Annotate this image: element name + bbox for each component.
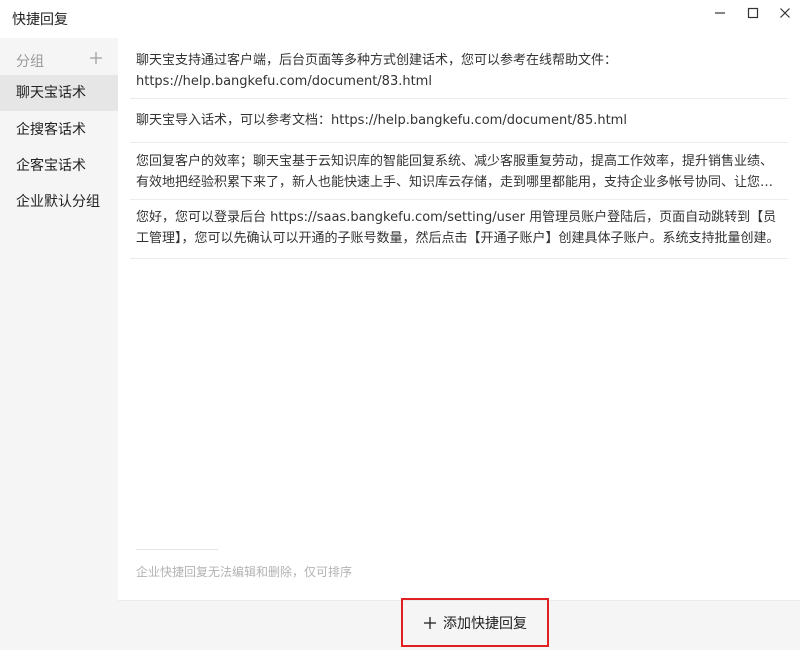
close-icon [780,8,790,18]
title-bar: 快捷回复 [0,0,800,38]
sidebar-item-qikebao[interactable]: 企客宝话术 [0,148,118,184]
reply-text: 您回复客户的效率；聊天宝基于云知识库的智能回复系统、减少客服重复劳动，提高工作效… [136,154,774,190]
add-quick-reply-button[interactable]: 添加快捷回复 [401,598,549,647]
close-button[interactable] [772,3,798,23]
reply-item[interactable]: 聊天宝导入话术，可以参考文档：https://help.bangkefu.com… [130,99,788,143]
add-button-content: 添加快捷回复 [423,613,527,633]
reply-text: 聊天宝导入话术，可以参考文档：https://help.bangkefu.com… [136,113,627,128]
add-button-label: 添加快捷回复 [443,615,527,632]
enterprise-notice: 企业快捷回复无法编辑和删除，仅可排序 [136,565,353,579]
sidebar-item-default-group[interactable]: 企业默认分组 [0,184,118,220]
maximize-icon [747,7,759,19]
sidebar-item-qisouke[interactable]: 企搜客话术 [0,112,118,148]
group-sidebar: 分组 聊天宝话术 企搜客话术 企客宝话术 企业默认分组 [0,38,118,650]
reply-text: 聊天宝支持通过客户端，后台页面等多种方式创建话术，您可以参考在线帮助文件：htt… [136,53,618,89]
plus-icon [90,52,102,64]
reply-list: 聊天宝支持通过客户端，后台页面等多种方式创建话术，您可以参考在线帮助文件：htt… [118,38,800,600]
minimize-icon [715,12,725,14]
group-label: 分组 [16,54,44,70]
plus-icon [424,616,436,629]
group-header: 分组 [0,48,118,72]
footer-bar: 添加快捷回复 [118,598,800,650]
maximize-button[interactable] [740,3,766,23]
notice-divider [136,549,218,550]
minimize-button[interactable] [707,3,733,23]
window-title: 快捷回复 [12,12,68,28]
reply-item[interactable]: 您回复客户的效率；聊天宝基于云知识库的智能回复系统、减少客服重复劳动，提高工作效… [130,143,788,200]
reply-item[interactable]: 您好，您可以登录后台 https://saas.bangkefu.com/set… [130,200,788,259]
add-group-button[interactable] [88,50,104,66]
reply-text: 您好，您可以登录后台 https://saas.bangkefu.com/set… [136,210,780,246]
reply-item[interactable]: 聊天宝支持通过客户端，后台页面等多种方式创建话术，您可以参考在线帮助文件：htt… [130,42,788,99]
sidebar-item-liaotianbao[interactable]: 聊天宝话术 [0,75,118,111]
